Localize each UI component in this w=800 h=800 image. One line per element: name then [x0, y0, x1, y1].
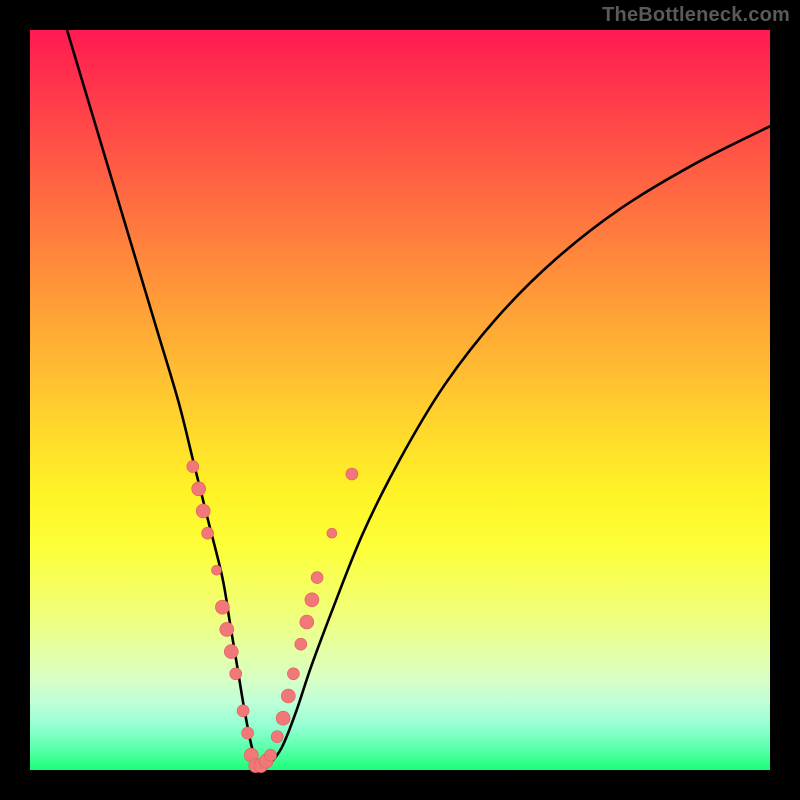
plot-area [30, 30, 770, 770]
scatter-point [281, 689, 295, 703]
chart-svg [30, 30, 770, 770]
scatter-point [327, 528, 337, 538]
scatter-point [242, 727, 254, 739]
watermark-text: TheBottleneck.com [602, 4, 790, 27]
scatter-point [237, 705, 249, 717]
bottleneck-curve [67, 30, 770, 769]
scatter-point [271, 731, 283, 743]
scatter-point [212, 565, 222, 575]
scatter-point [220, 622, 234, 636]
scatter-point [305, 593, 319, 607]
scatter-point [215, 600, 229, 614]
scatter-point [192, 482, 206, 496]
scatter-point [196, 504, 210, 518]
scatter-point [295, 638, 307, 650]
scatter-point [300, 615, 314, 629]
scatter-point [265, 749, 277, 761]
scatter-point [224, 645, 238, 659]
scatter-point [346, 468, 358, 480]
scatter-point [287, 668, 299, 680]
scatter-points [187, 461, 358, 773]
scatter-point [230, 668, 242, 680]
scatter-point [276, 711, 290, 725]
scatter-point [187, 461, 199, 473]
scatter-point [202, 527, 214, 539]
scatter-point [311, 572, 323, 584]
chart-stage: TheBottleneck.com [0, 0, 800, 800]
